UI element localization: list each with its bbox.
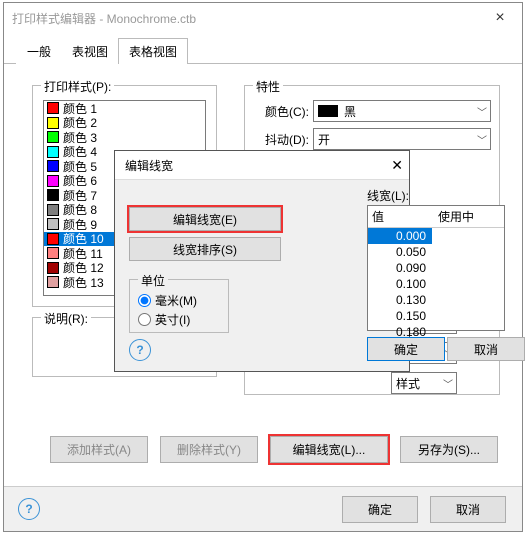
lw-row[interactable]: 0.000 bbox=[368, 228, 432, 244]
prop-dither-combo[interactable]: 开 ﹀ bbox=[313, 128, 491, 150]
prop-color-label: 颜色(C): bbox=[251, 103, 309, 120]
close-icon[interactable]: ✕ bbox=[391, 157, 403, 174]
lw-row[interactable]: 0.150 bbox=[368, 308, 432, 324]
swatch-icon bbox=[47, 117, 59, 129]
lw-sort-button[interactable]: 线宽排序(S) bbox=[129, 237, 281, 261]
swatch-icon bbox=[318, 105, 338, 117]
print-styles-label: 打印样式(P): bbox=[41, 78, 114, 95]
cancel-button[interactable]: 取消 bbox=[430, 496, 506, 523]
lw-row[interactable]: 0.130 bbox=[368, 292, 432, 308]
swatch-icon bbox=[47, 189, 59, 201]
swatch-icon bbox=[47, 204, 59, 216]
add-style-button[interactable]: 添加样式(A) bbox=[50, 436, 148, 463]
units-label: 单位 bbox=[138, 272, 168, 289]
chevron-down-icon: ﹀ bbox=[477, 132, 487, 147]
close-icon[interactable]: × bbox=[478, 3, 522, 33]
swatch-icon bbox=[47, 146, 59, 158]
tab-tableview[interactable]: 表视图 bbox=[61, 38, 119, 64]
lw-ok-button[interactable]: 确定 bbox=[367, 337, 445, 361]
swatch-icon bbox=[47, 131, 59, 143]
unit-mm-radio[interactable]: 毫米(M) bbox=[138, 292, 197, 309]
swatch-icon bbox=[47, 175, 59, 187]
prop-dither-value: 开 bbox=[318, 131, 330, 148]
tab-general[interactable]: 一般 bbox=[16, 38, 62, 64]
titlebar: 打印样式编辑器 - Monochrome.ctb × bbox=[4, 3, 522, 33]
delete-style-button[interactable]: 删除样式(Y) bbox=[160, 436, 258, 463]
unit-in-radio[interactable]: 英寸(I) bbox=[138, 311, 197, 328]
window-title: 打印样式编辑器 - Monochrome.ctb bbox=[12, 10, 196, 27]
save-as-button[interactable]: 另存为(S)... bbox=[400, 436, 498, 463]
swatch-icon bbox=[47, 247, 59, 259]
swatch-icon bbox=[47, 276, 59, 288]
tab-gridview[interactable]: 表格视图 bbox=[118, 38, 188, 64]
col-used: 使用中 bbox=[434, 206, 478, 227]
col-value: 值 bbox=[368, 206, 434, 227]
description-label: 说明(R): bbox=[41, 310, 91, 327]
edit-lineweight-button[interactable]: 编辑线宽(L)... bbox=[270, 436, 388, 463]
lw-dialog-titlebar: 编辑线宽 ✕ bbox=[115, 151, 409, 180]
swatch-icon bbox=[47, 102, 59, 114]
units-group: 单位 毫米(M) 英寸(I) bbox=[129, 279, 229, 333]
properties-label: 特性 bbox=[253, 78, 283, 95]
swatch-icon bbox=[47, 218, 59, 230]
prop-color-value: 黑 bbox=[344, 103, 356, 120]
lw-row[interactable]: 0.050 bbox=[368, 244, 432, 260]
prop-color-combo[interactable]: 黑 ﹀ bbox=[313, 100, 491, 122]
prop-combo-e[interactable]: 样式﹀ bbox=[391, 372, 457, 394]
lw-row[interactable]: 0.090 bbox=[368, 260, 432, 276]
lw-cancel-button[interactable]: 取消 bbox=[447, 337, 525, 361]
help-icon[interactable]: ? bbox=[18, 498, 40, 520]
lw-dialog-title: 编辑线宽 bbox=[125, 157, 173, 174]
swatch-icon bbox=[47, 262, 59, 274]
chevron-down-icon: ﹀ bbox=[443, 376, 453, 391]
lw-edit-button[interactable]: 编辑线宽(E) bbox=[129, 207, 281, 231]
lw-list-label: 线宽(L): bbox=[367, 187, 409, 204]
swatch-icon bbox=[47, 160, 59, 172]
tab-strip: 一般 表视图 表格视图 bbox=[4, 37, 522, 64]
ok-button[interactable]: 确定 bbox=[342, 496, 418, 523]
chevron-down-icon: ﹀ bbox=[477, 104, 487, 119]
help-icon[interactable]: ? bbox=[129, 339, 151, 361]
lw-row[interactable]: 0.100 bbox=[368, 276, 432, 292]
lw-listbox[interactable]: 值 使用中 0.0000.0500.0900.1000.1300.1500.18… bbox=[367, 205, 505, 331]
swatch-icon bbox=[47, 233, 59, 245]
prop-dither-label: 抖动(D): bbox=[251, 131, 309, 148]
